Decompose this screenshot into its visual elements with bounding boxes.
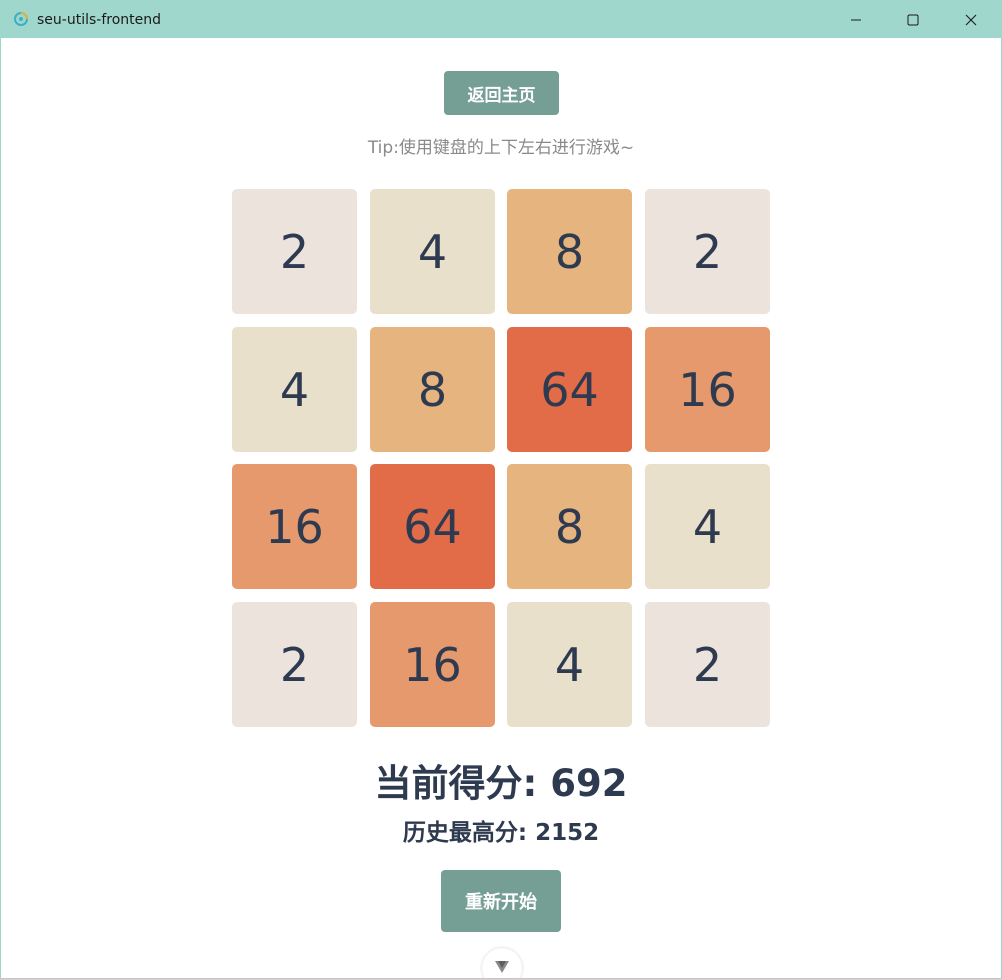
current-score: 当前得分: 692	[374, 762, 628, 805]
tile-r4-c1: 2	[232, 602, 357, 727]
tile-r2-c3: 64	[507, 327, 632, 452]
tile-r1-c3: 8	[507, 189, 632, 314]
maximize-icon	[907, 14, 919, 25]
close-button[interactable]	[942, 1, 1000, 38]
minimize-icon	[851, 19, 861, 20]
tile-r3-c4: 4	[645, 464, 770, 589]
window-title: seu-utils-frontend	[37, 12, 161, 28]
home-button[interactable]: 返回主页	[444, 71, 559, 115]
app-logo-icon	[14, 12, 28, 26]
app-window: seu-utils-frontend 返回主页 Tip:使用键盘的上下左右进行游…	[0, 0, 1002, 979]
tile-r1-c4: 2	[645, 189, 770, 314]
tile-r1-c1: 2	[232, 189, 357, 314]
close-icon	[965, 14, 977, 25]
tile-r2-c1: 4	[232, 327, 357, 452]
game-tip: Tip:使用键盘的上下左右进行游戏~	[367, 138, 635, 158]
maximize-button[interactable]	[884, 1, 942, 38]
tile-r4-c2: 16	[370, 602, 495, 727]
minimize-button[interactable]	[827, 1, 885, 38]
tile-r1-c2: 4	[370, 189, 495, 314]
tile-r3-c1: 16	[232, 464, 357, 589]
tile-r2-c4: 16	[645, 327, 770, 452]
tile-r3-c3: 8	[507, 464, 632, 589]
title-bar[interactable]: seu-utils-frontend	[1, 1, 1001, 38]
best-score: 历史最高分: 2152	[402, 820, 600, 846]
tile-r4-c4: 2	[645, 602, 770, 727]
tile-r2-c2: 8	[370, 327, 495, 452]
restart-button[interactable]: 重新开始	[441, 870, 561, 932]
scroll-down-button[interactable]	[482, 948, 522, 978]
game-content: 返回主页 Tip:使用键盘的上下左右进行游戏~ 2 4 8 2 4 8 64 16 16 64 8 4…	[1, 38, 1001, 978]
game-board: 2 4 8 2 4 8 64 16 16 64 8 4 2 16 4 2	[232, 189, 770, 727]
tile-r4-c3: 4	[507, 602, 632, 727]
tile-r3-c2: 64	[370, 464, 495, 589]
chevron-down-icon	[495, 961, 509, 973]
